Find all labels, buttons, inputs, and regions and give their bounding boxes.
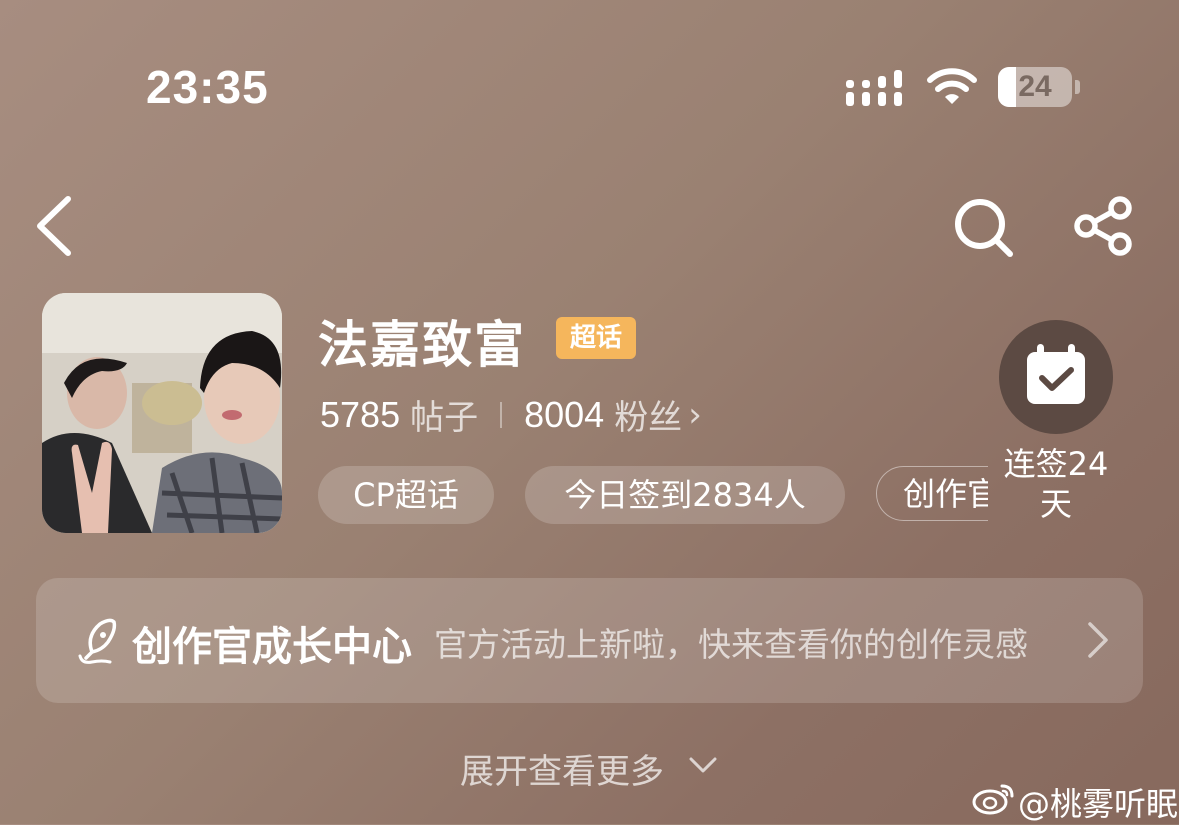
search-icon[interactable]	[952, 198, 1018, 258]
cellular-signal-icon	[846, 70, 902, 106]
back-chevron-icon[interactable]	[30, 195, 80, 257]
watermark-text: @桃雾听眠	[1018, 785, 1179, 823]
checkin-button[interactable]	[999, 320, 1113, 434]
topic-tags: CP超话 今日签到2834人 创作官	[318, 466, 988, 526]
tag-cp-super-topic[interactable]: CP超话	[318, 466, 494, 524]
battery-level: 24	[1018, 70, 1052, 103]
super-topic-badge: 超话	[556, 317, 636, 359]
tag-checkin-count[interactable]: 今日签到2834人	[525, 466, 845, 524]
tag-creator[interactable]: 创作官	[876, 466, 988, 521]
share-icon[interactable]	[1072, 196, 1138, 258]
creator-center-title: 创作官成长中心	[132, 624, 412, 670]
status-time: 23:35	[146, 61, 269, 113]
stats-divider	[500, 401, 503, 428]
weibo-logo-icon	[972, 784, 1014, 815]
battery-icon: 24	[998, 67, 1082, 109]
checkin-streak-label: 连签24天	[1003, 445, 1109, 523]
posts-count: 5785	[320, 393, 401, 435]
chevron-right-icon: ›	[688, 394, 702, 435]
super-topic-title: 法嘉致富	[318, 316, 526, 374]
topic-stats: 5785 帖子 8004 粉丝 ›	[320, 390, 702, 439]
fans-label: 粉丝	[614, 398, 683, 438]
avatar-photo	[42, 293, 282, 533]
expand-more-link[interactable]: 展开查看更多	[460, 744, 664, 793]
posts-label: 帖子	[410, 398, 479, 438]
fans-link[interactable]: 8004 粉丝 ›	[524, 390, 702, 439]
wifi-icon	[927, 68, 977, 104]
quill-pen-icon	[78, 618, 117, 664]
creator-center-subtitle: 官方活动上新啦，快来查看你的创作灵感	[434, 625, 1028, 664]
calendar-check-icon	[1027, 344, 1085, 404]
chevron-down-icon[interactable]	[688, 754, 718, 776]
chevron-right-icon	[1088, 622, 1108, 658]
super-topic-avatar[interactable]	[42, 293, 282, 533]
fans-count: 8004	[524, 393, 605, 435]
